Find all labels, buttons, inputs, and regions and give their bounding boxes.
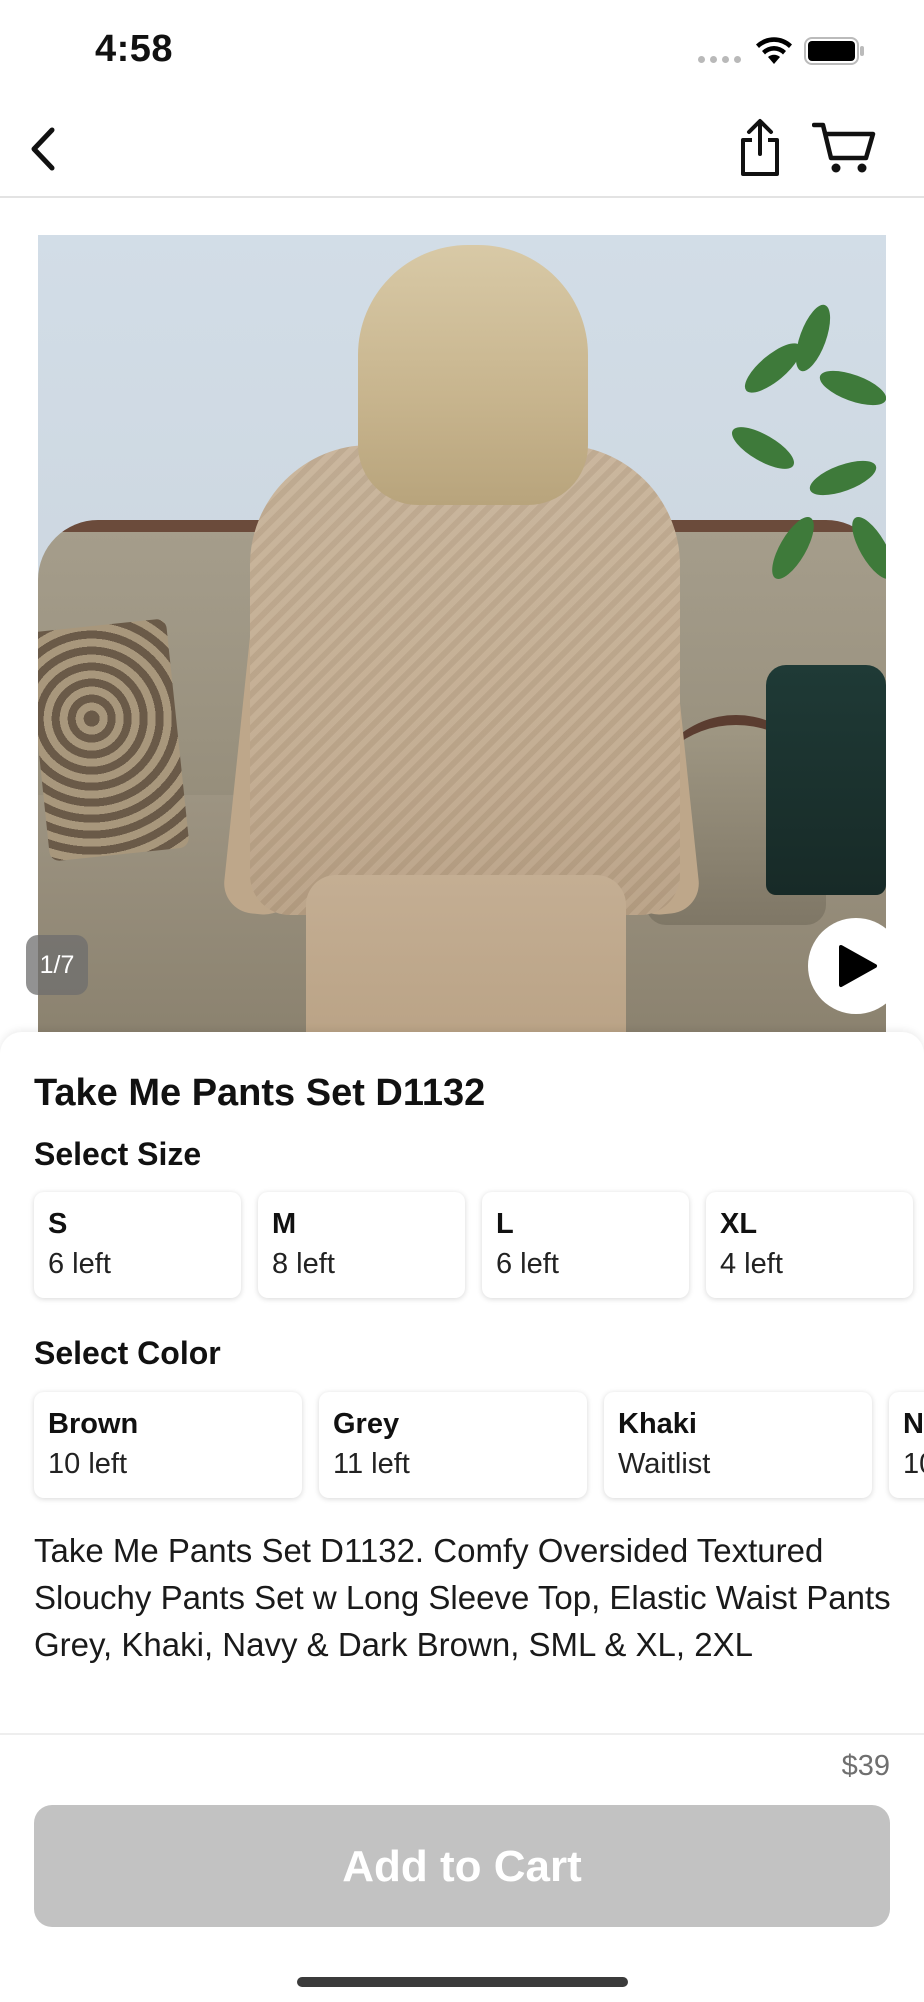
- person-hair: [358, 245, 588, 505]
- cart-button[interactable]: [811, 120, 876, 176]
- description-line: Grey, Khaki, Navy & Dark Brown, SML & XL…: [34, 1626, 753, 1663]
- color-name: Khaki: [618, 1408, 697, 1440]
- add-to-cart-button[interactable]: Add to Cart: [34, 1805, 890, 1927]
- cart-icon: [811, 122, 876, 173]
- nav-bar: [0, 100, 924, 198]
- status-bar: 4:58: [0, 0, 924, 100]
- size-name: XL: [720, 1208, 758, 1240]
- description-line: Take Me Pants Set D1132. Comfy Oversided…: [34, 1532, 891, 1616]
- product-image[interactable]: [38, 235, 886, 1035]
- battery-icon: [804, 37, 864, 65]
- product-title: Take Me Pants Set D1132: [34, 1072, 486, 1114]
- size-stock: 4 left: [720, 1248, 783, 1280]
- product-description: Take Me Pants Set D1132. Comfy Oversided…: [34, 1527, 894, 1668]
- size-option-s[interactable]: S 6 left: [34, 1192, 241, 1298]
- back-button[interactable]: [22, 124, 72, 174]
- color-options: Brown 10 left Grey 11 left Khaki Waitlis…: [34, 1392, 924, 1498]
- color-stock: 10 left: [48, 1448, 127, 1480]
- size-stock: 6 left: [496, 1248, 559, 1280]
- share-button[interactable]: [735, 118, 785, 178]
- color-stock: 10: [903, 1448, 924, 1480]
- color-name: Grey: [333, 1408, 400, 1440]
- pillow: [38, 618, 190, 862]
- size-name: L: [496, 1208, 514, 1240]
- signal-icon: [698, 56, 741, 63]
- color-option-navy[interactable]: N 10: [889, 1392, 924, 1498]
- purchase-bar: $39 Add to Cart: [0, 1733, 924, 2002]
- wifi-icon: [756, 37, 792, 64]
- color-name: Brown: [48, 1408, 139, 1440]
- size-option-xl[interactable]: XL 4 left: [706, 1192, 913, 1298]
- play-icon: [839, 945, 877, 987]
- person-top: [250, 445, 680, 915]
- color-option-brown[interactable]: Brown 10 left: [34, 1392, 302, 1498]
- size-options: S 6 left M 8 left L 6 left XL 4 left: [34, 1192, 913, 1298]
- size-stock: 8 left: [272, 1248, 335, 1280]
- color-stock: 11 left: [333, 1448, 410, 1480]
- product-price: $39: [841, 1750, 890, 1782]
- share-icon: [741, 119, 779, 176]
- size-name: M: [272, 1208, 297, 1240]
- image-counter: 1/7: [26, 935, 88, 995]
- play-video-button[interactable]: [808, 918, 904, 1014]
- status-time: 4:58: [95, 28, 174, 70]
- plant-pot: [766, 665, 886, 895]
- person-pants: [306, 875, 626, 1035]
- color-stock: Waitlist: [618, 1448, 711, 1480]
- size-option-m[interactable]: M 8 left: [258, 1192, 465, 1298]
- select-size-label: Select Size: [34, 1136, 202, 1172]
- select-color-label: Select Color: [34, 1335, 221, 1371]
- size-option-l[interactable]: L 6 left: [482, 1192, 689, 1298]
- color-option-grey[interactable]: Grey 11 left: [319, 1392, 587, 1498]
- chevron-left-icon: [31, 127, 55, 171]
- color-option-khaki[interactable]: Khaki Waitlist: [604, 1392, 872, 1498]
- color-name: N: [903, 1408, 924, 1440]
- home-indicator: [297, 1977, 628, 1987]
- size-name: S: [48, 1208, 68, 1240]
- size-stock: 6 left: [48, 1248, 111, 1280]
